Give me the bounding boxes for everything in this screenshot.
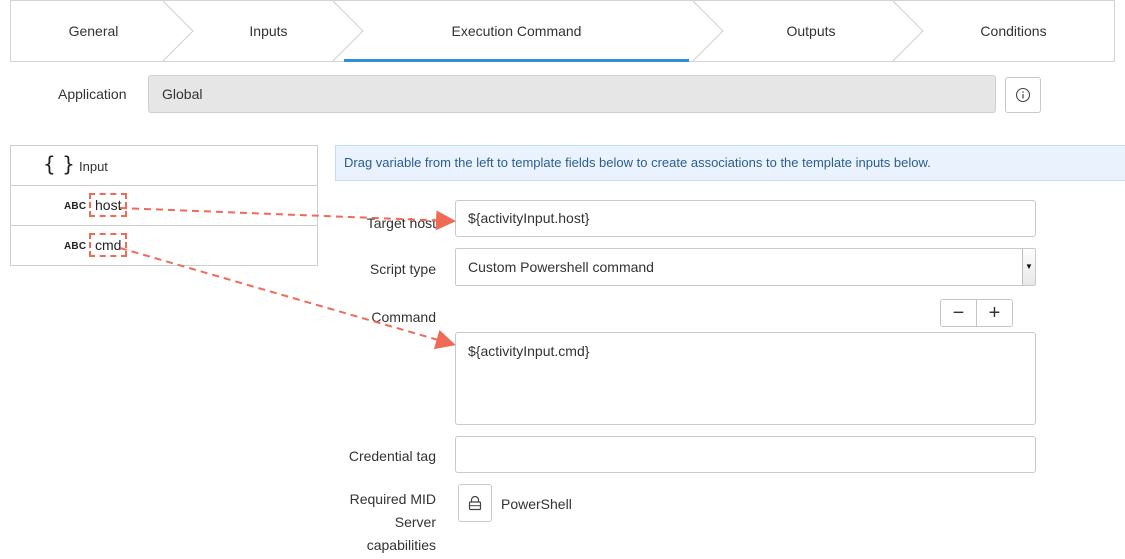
tab-outputs[interactable]: Outputs [711, 1, 911, 61]
tab-outputs-label: Outputs [786, 23, 836, 39]
info-banner: Drag variable from the left to template … [335, 145, 1125, 181]
variable-panel-title: Input [79, 159, 108, 174]
string-type-icon: ABC [64, 241, 87, 252]
application-field[interactable]: Global [148, 75, 996, 113]
tab-inputs[interactable]: Inputs [176, 1, 361, 61]
string-type-icon: ABC [64, 201, 87, 212]
tab-general-label: General [68, 23, 119, 39]
tab-inputs-label: Inputs [249, 23, 288, 39]
increase-button[interactable]: + [976, 300, 1012, 326]
variable-pill-cmd[interactable]: cmd [89, 233, 128, 257]
variable-panel: { } Input ABC host ABC cmd [10, 145, 318, 266]
capabilities-label-line: Server [394, 514, 436, 530]
capabilities-label-line: capabilities [366, 537, 436, 553]
script-type-value: Custom Powershell command [468, 259, 654, 275]
info-icon [1015, 87, 1031, 103]
lock-button[interactable] [458, 484, 492, 522]
tab-general[interactable]: General [11, 1, 176, 61]
command-size-stepper: − + [940, 299, 1013, 327]
credential-tag-input[interactable] [455, 436, 1036, 473]
tab-conditions[interactable]: Conditions [911, 1, 1116, 61]
variable-panel-header: { } Input [11, 146, 317, 186]
application-label: Application [58, 86, 127, 102]
wizard-tabs: General Inputs Execution Command Outputs… [10, 0, 1115, 62]
variable-pill-host[interactable]: host [89, 193, 128, 217]
tab-execution-command[interactable]: Execution Command [344, 1, 689, 62]
capabilities-label: Required MID Server capabilities [300, 488, 436, 557]
credential-tag-label: Credential tag [348, 448, 436, 464]
target-host-input[interactable]: ${activityInput.host} [455, 200, 1036, 237]
tab-execution-command-label: Execution Command [451, 23, 582, 39]
tab-conditions-label: Conditions [980, 23, 1047, 39]
capabilities-label-line: Required MID [349, 491, 436, 507]
variable-item-host[interactable]: ABC host [11, 186, 317, 226]
command-label: Command [371, 309, 436, 325]
dropdown-arrow-icon[interactable]: ▼ [1022, 249, 1035, 285]
info-button[interactable] [1005, 77, 1041, 113]
target-host-label: Target host [366, 215, 436, 231]
lock-icon [468, 495, 482, 511]
decrease-button[interactable]: − [941, 300, 976, 326]
capability-value: PowerShell [501, 496, 572, 512]
braces-icon: { } [43, 152, 75, 176]
command-textarea[interactable]: ${activityInput.cmd} [455, 332, 1036, 425]
script-type-label: Script type [369, 261, 436, 277]
script-type-select[interactable]: Custom Powershell command ▼ [455, 248, 1036, 286]
variable-item-cmd[interactable]: ABC cmd [11, 226, 317, 266]
